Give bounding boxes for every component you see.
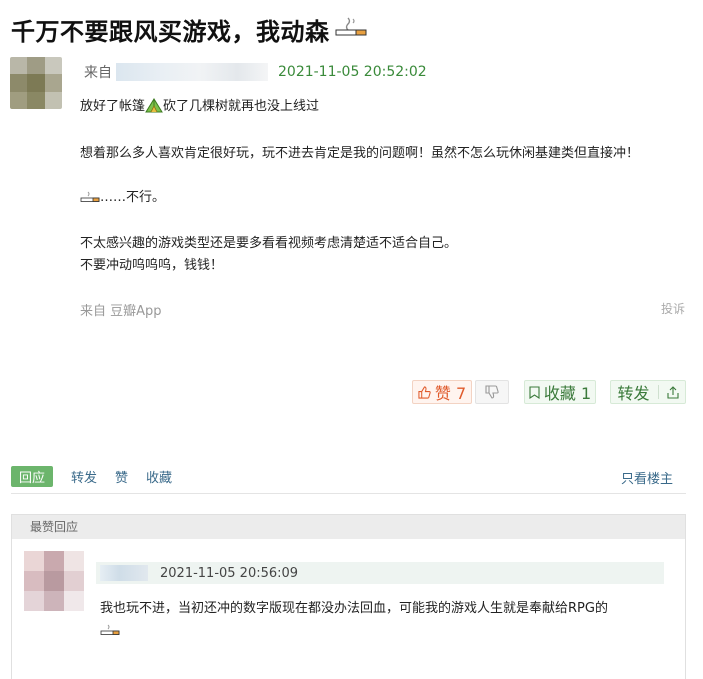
content-line: 不太感兴趣的游戏类型还是要多看看视频考虑清楚适不适合自己。 [80,236,458,251]
best-reply-section: 最赞回应 [11,514,686,679]
content-text: ……不行。 [100,190,166,205]
thumbs-up-icon [418,385,431,399]
tab-collect[interactable]: 收藏 [146,467,172,486]
meta-from-label: 来自 [84,65,112,81]
reply-author-blurred[interactable] [100,565,148,581]
share-icon[interactable] [666,385,679,399]
content-line: 不要冲动呜呜呜，钱钱！ [80,258,224,273]
collect-button[interactable]: 收藏 1 [524,380,596,404]
like-label: 赞 7 [434,384,467,403]
reply-timestamp: 2021-11-05 20:56:09 [160,565,299,581]
post-meta: 来自 2021-11-05 20:52:02 [84,62,427,82]
cigarette-icon [100,622,608,644]
content-text: 放好了帐篷 [80,99,146,114]
content-line: ……不行。 [80,187,690,211]
content-line: 想着那么多人喜欢肯定很好玩，玩不进去肯定是我的问题啊！虽然不怎么玩休闲基建类但直… [80,146,640,161]
reply-text-line: 我也玩不进，当初还冲的数字版现在都没办法回血，可能我的游戏人生就是奉献给RPG的 [100,601,608,616]
source-app-link[interactable]: 来自 豆瓣App [80,300,162,319]
report-link[interactable]: 投诉 [661,300,685,317]
cigarette-icon [80,189,100,211]
post-title: 千万不要跟风买游戏，我动森 [11,12,368,47]
author-name-blurred[interactable] [116,63,268,81]
reply-meta: 2021-11-05 20:56:09 [96,562,664,584]
post-title-text: 千万不要跟风买游戏，我动森 [11,18,330,46]
share-divider [657,385,659,399]
tent-icon [145,97,163,121]
share-button[interactable]: 转发 [610,380,686,404]
author-avatar[interactable] [10,57,62,109]
tabs-divider [11,493,686,494]
post-timestamp: 2021-11-05 20:52:02 [278,64,427,80]
content-text: 砍了几棵树就再也没上线过 [163,99,320,114]
tab-reply[interactable]: 回应 [11,465,54,487]
like-button[interactable]: 赞 7 [412,380,472,404]
cigarette-icon [334,16,368,44]
thumbs-down-icon [485,385,499,399]
reply-tabs: 回应 转发 赞 收藏 [11,465,172,487]
bookmark-icon [529,385,540,399]
reply-avatar[interactable] [24,551,84,611]
tab-likes[interactable]: 赞 [115,467,128,486]
dislike-button[interactable] [475,380,509,404]
best-reply-header: 最赞回应 [12,515,685,539]
tab-forward[interactable]: 转发 [71,467,97,486]
only-op-link[interactable]: 只看楼主 [621,468,673,487]
collect-label: 收藏 1 [543,384,592,403]
reply-text: 我也玩不进，当初还冲的数字版现在都没办法回血，可能我的游戏人生就是奉献给RPG的 [100,598,608,644]
post-content: 放好了帐篷 砍了几棵树就再也没上线过 想着那么多人喜欢肯定很好玩，玩不进去肯定是… [80,96,690,277]
share-label: 转发 [617,384,650,403]
content-line: 放好了帐篷 砍了几棵树就再也没上线过 [80,96,690,121]
